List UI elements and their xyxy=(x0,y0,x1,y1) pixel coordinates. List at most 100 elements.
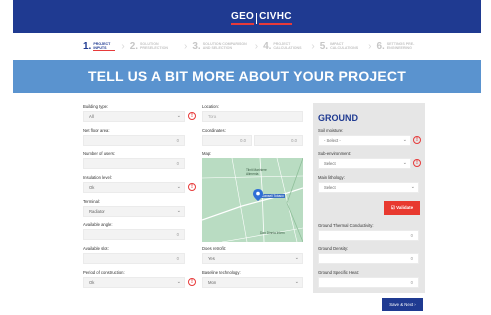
thermal-conductivity-label: Ground Thermal Conductivity: xyxy=(318,223,374,228)
number-of-users-label: Number of users: xyxy=(83,151,116,156)
step-project-inputs[interactable]: 1. PROJECT INPUTS xyxy=(83,40,116,52)
thermal-conductivity-input[interactable]: 0 xyxy=(318,230,419,241)
select-value: - Select - xyxy=(324,138,341,143)
select-value: Ok xyxy=(89,280,95,285)
select-value: Select xyxy=(324,185,336,190)
sub-environment-select[interactable]: Select ⌄ xyxy=(318,158,411,169)
select-value: All xyxy=(89,114,94,119)
step-solution-preselection[interactable]: 2. SOLUTION PRESELECTION xyxy=(130,41,178,52)
soil-moisture-select[interactable]: - Select - ⌄ xyxy=(318,135,411,146)
step-number: 5. xyxy=(319,40,329,52)
step-label: IMPACT CALCULATIONS xyxy=(330,42,359,50)
chevron-down-icon: ⌄ xyxy=(402,160,407,166)
wizard-steps: 1. PROJECT INPUTS › 2. SOLUTION PRESELEC… xyxy=(83,38,437,54)
net-floor-area-input[interactable]: 0 xyxy=(83,135,185,146)
validate-button[interactable]: ☑ Validate xyxy=(384,201,420,215)
chevron-down-icon: ⌄ xyxy=(294,279,299,285)
step-label: SETTINGS PRE-ENGINEERING xyxy=(386,42,415,50)
sub-environment-label: Sub-environment: xyxy=(318,151,352,156)
main-lithology-select[interactable]: Select ⌄ xyxy=(318,182,419,193)
soil-moisture-label: Soil moisture: xyxy=(318,128,344,133)
step-label: PROJECT CALCULATIONS xyxy=(273,42,302,50)
select-value: Ok xyxy=(89,185,95,190)
step-project-calculations[interactable]: 4. PROJECT CALCULATIONS xyxy=(263,41,305,52)
insulation-level-select[interactable]: Ok ⌄ xyxy=(83,182,185,193)
step-label: SOLUTION PRESELECTION xyxy=(140,42,168,50)
heat-transfer-select[interactable]: Yes ⌄ xyxy=(202,253,303,264)
save-next-button[interactable]: Save & Next › xyxy=(382,298,423,311)
chevron-down-icon: ⌄ xyxy=(176,208,181,214)
map-place-label: Dansell Tobaco xyxy=(261,194,285,198)
input-value: 0 xyxy=(410,256,413,261)
info-icon[interactable]: ! xyxy=(188,183,196,191)
step-number: 6. xyxy=(376,40,385,52)
validate-label: Validate xyxy=(396,205,414,210)
chevron-right-icon: › xyxy=(121,40,125,52)
input-value: 0 xyxy=(176,161,179,166)
main-lithology-label: Main lithology: xyxy=(318,175,345,180)
ground-density-input[interactable]: 0 xyxy=(318,253,419,264)
ground-density-label: Ground Density: xyxy=(318,246,349,251)
location-map[interactable]: Tilnit Mariniere Alimenta Dansell Tobaco… xyxy=(202,158,303,242)
step-settings[interactable]: 6. SETTINGS PRE-ENGINEERING xyxy=(376,41,430,52)
ground-title: GROUND xyxy=(318,113,358,123)
period-of-construction-select[interactable]: Ok ⌄ xyxy=(83,277,185,288)
map-label: Map: xyxy=(202,151,212,156)
specific-heat-input[interactable]: 0 xyxy=(318,277,419,288)
location-label: Location: xyxy=(202,104,219,109)
select-value: Mon xyxy=(208,280,217,285)
step-number: 4. xyxy=(263,40,272,52)
select-value: Yes xyxy=(208,256,215,261)
info-icon[interactable]: ! xyxy=(188,112,196,120)
step-number: 1. xyxy=(83,40,92,52)
coordinates-label: Coordinates: xyxy=(202,128,226,133)
input-value: 0.0 xyxy=(291,138,297,143)
page-title-banner: TELL US A BIT MORE ABOUT YOUR PROJECT xyxy=(13,60,481,93)
longitude-input[interactable]: 0.0 xyxy=(254,135,303,146)
available-slot-label: Available slot: xyxy=(83,246,109,251)
latitude-input[interactable]: 0.0 xyxy=(202,135,252,146)
net-floor-area-label: Net floor area: xyxy=(83,128,110,133)
step-number: 3. xyxy=(192,40,201,52)
chevron-down-icon: ⌄ xyxy=(176,184,181,190)
select-value: Select xyxy=(324,161,336,166)
input-value: 0.0 xyxy=(240,138,246,143)
step-impact-calculations[interactable]: 5. IMPACT CALCULATIONS xyxy=(320,41,362,52)
step-number: 2. xyxy=(129,40,139,52)
step-label: PROJECT INPUTS xyxy=(93,42,116,51)
select-value: Radiator xyxy=(89,209,105,214)
available-angle-input[interactable]: 0 xyxy=(83,229,185,240)
input-value: 0 xyxy=(176,138,179,143)
info-icon[interactable]: ! xyxy=(413,159,421,167)
input-value: Tora xyxy=(208,114,217,119)
specific-heat-label: Ground Specific Heat: xyxy=(318,270,359,275)
building-type-label: Building type: xyxy=(83,104,109,109)
info-icon[interactable]: ! xyxy=(188,278,196,286)
location-input[interactable]: Tora xyxy=(202,111,303,122)
terminal-label: Terminal: xyxy=(83,199,100,204)
logo-right-text: CIVHC xyxy=(259,11,292,25)
input-value: 0 xyxy=(410,233,413,238)
map-place-label: Tilnit Mariniere Alimenta xyxy=(246,168,267,176)
chevron-down-icon: ⌄ xyxy=(410,184,415,190)
chevron-down-icon: ⌄ xyxy=(176,279,181,285)
input-value: 0 xyxy=(410,280,413,285)
baseline-technology-select[interactable]: Mon ⌄ xyxy=(202,277,303,288)
chevron-down-icon: ⌄ xyxy=(176,113,181,119)
available-slot-input[interactable]: 0 xyxy=(83,253,185,264)
building-type-select[interactable]: All ⌄ xyxy=(83,111,185,122)
chevron-right-icon: › xyxy=(254,40,259,52)
heat-transfer-label: Does retrofit: xyxy=(202,246,226,251)
chevron-down-icon: ⌄ xyxy=(294,255,299,261)
input-value: 0 xyxy=(176,232,179,237)
terminal-select[interactable]: Radiator ⌄ xyxy=(83,206,185,217)
geo4civhc-logo[interactable]: GEO CIVHC xyxy=(231,11,292,25)
step-solution-comparison[interactable]: 3. SOLUTION COMPARISON AND SELECTION xyxy=(192,41,248,52)
period-of-construction-label: Period of construction: xyxy=(83,270,125,275)
input-value: 0 xyxy=(176,256,179,261)
step-label: SOLUTION COMPARISON AND SELECTION xyxy=(202,42,247,50)
info-icon[interactable]: ! xyxy=(413,136,421,144)
number-of-users-input[interactable]: 0 xyxy=(83,158,185,169)
map-pin-icon[interactable] xyxy=(253,189,263,201)
chevron-down-icon: ⌄ xyxy=(402,137,407,143)
